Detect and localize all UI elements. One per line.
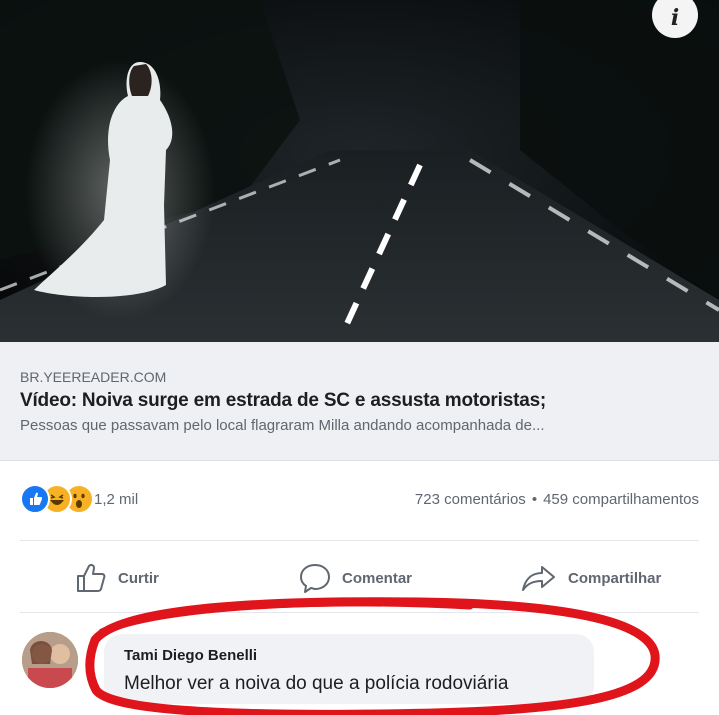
stats-separator: • — [531, 491, 538, 508]
divider — [20, 612, 699, 613]
share-label: Compartilhar — [568, 569, 662, 587]
share-icon — [522, 566, 555, 591]
comments-count[interactable]: 723 comentários — [415, 491, 526, 508]
comment-author[interactable]: Tami Diego Benelli — [124, 647, 257, 664]
like-label: Curtir — [118, 569, 159, 587]
comment-button[interactable]: Comentar — [298, 556, 412, 600]
comment-icon — [300, 564, 330, 593]
link-preview-image[interactable]: i — [0, 0, 719, 342]
like-icon — [20, 484, 50, 514]
action-bar: Curtir Comentar Compartilhar — [0, 556, 719, 600]
comment-label: Comentar — [342, 569, 413, 587]
avatar[interactable] — [22, 632, 78, 688]
link-description: Pessoas que passavam pelo local flagrara… — [20, 417, 545, 434]
share-button[interactable]: Compartilhar — [520, 556, 661, 600]
like-button[interactable]: Curtir — [74, 556, 159, 600]
divider — [20, 540, 699, 541]
post-stats: 723 comentários • 459 compartilhamentos — [415, 491, 699, 508]
link-domain: BR.YEEREADER.COM — [20, 369, 167, 385]
thumbs-up-icon — [77, 563, 106, 592]
shares-count[interactable]: 459 compartilhamentos — [543, 491, 699, 508]
reaction-count[interactable]: 1,2 mil — [94, 491, 138, 508]
night-road-image — [0, 0, 719, 342]
link-headline[interactable]: Vídeo: Noiva surge em estrada de SC e as… — [20, 390, 546, 412]
comment-text: Melhor ver a noiva do que a polícia rodo… — [124, 673, 509, 694]
